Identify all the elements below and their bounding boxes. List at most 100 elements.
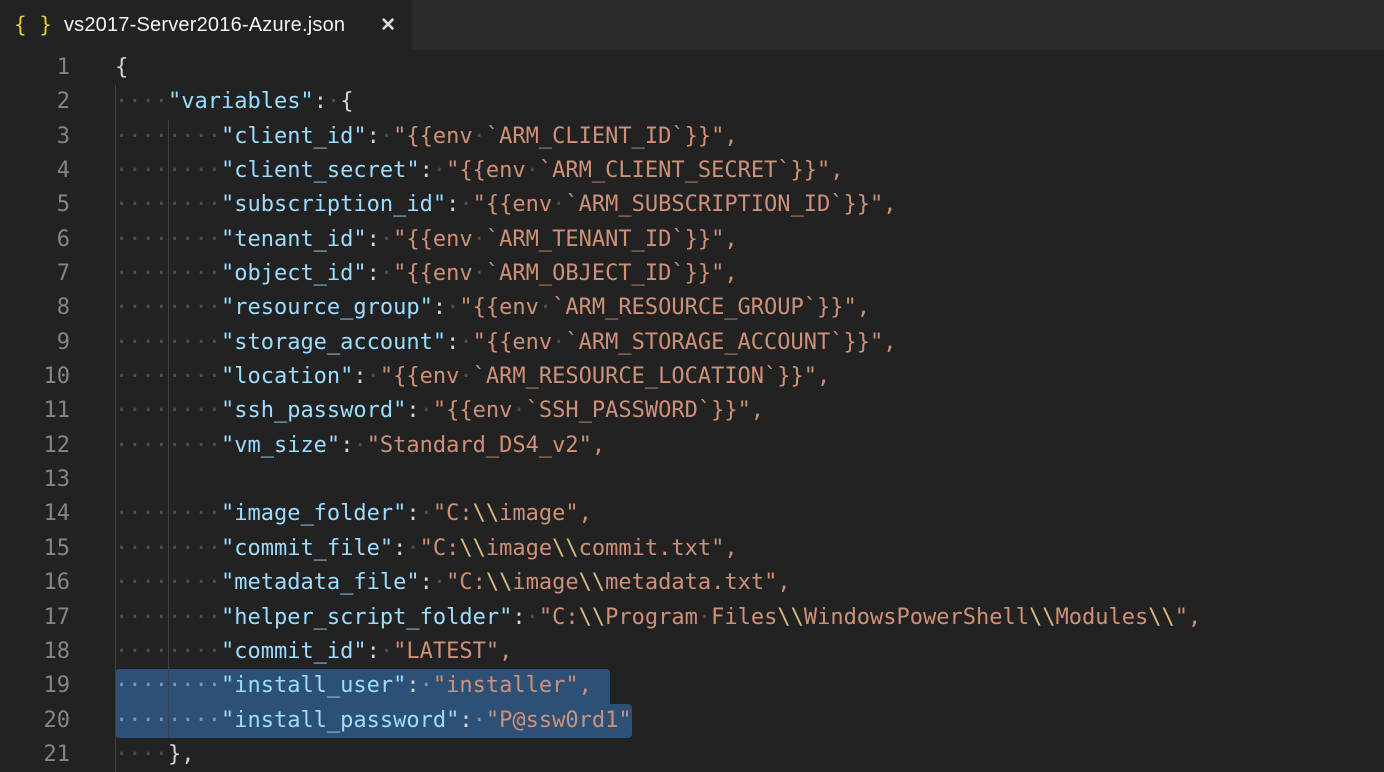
code-content: ········"commit_id":·"LATEST", — [115, 635, 1384, 669]
code-line[interactable]: 17········"helper_script_folder":·"C:\\P… — [0, 601, 1384, 635]
code-token: `ARM_RESOURCE_GROUP`}}", — [552, 295, 870, 320]
code-token: : — [420, 570, 433, 595]
code-line[interactable]: 20 ········"install_password":·"P@ssw0rd1… — [0, 704, 1384, 738]
whitespace-dots: · — [473, 227, 486, 252]
code-line[interactable]: 13 — [0, 463, 1384, 497]
whitespace-dots: · — [433, 158, 446, 183]
code-token: { — [340, 89, 353, 114]
whitespace-dots: · — [459, 364, 472, 389]
whitespace-dots: · — [473, 708, 486, 733]
code-token: \\ — [473, 501, 500, 526]
whitespace-dots: · — [406, 536, 419, 561]
whitespace-dots: · — [473, 261, 486, 286]
line-number[interactable]: 10 — [0, 360, 70, 394]
code-line[interactable]: 3········"client_id":·"{{env·`ARM_CLIENT… — [0, 120, 1384, 154]
whitespace-dots: · — [327, 89, 340, 114]
code-token: image", — [499, 501, 592, 526]
line-number[interactable]: 21 — [0, 738, 70, 772]
code-line[interactable]: 7········"object_id":·"{{env·`ARM_OBJECT… — [0, 257, 1384, 291]
code-token: "vm_size" — [221, 433, 340, 458]
code-content: ····}, — [115, 738, 1384, 772]
code-token: "client_secret" — [221, 158, 420, 183]
line-number[interactable]: 6 — [0, 223, 70, 257]
editor[interactable]: 1{2····"variables":·{3········"client_id… — [0, 50, 1384, 772]
whitespace-dots: · — [380, 261, 393, 286]
code-line[interactable]: 12········"vm_size":·"Standard_DS4_v2", — [0, 429, 1384, 463]
code-content: ········"storage_account":·"{{env·`ARM_S… — [115, 326, 1384, 360]
whitespace-dots: · — [526, 158, 539, 183]
line-number[interactable]: 19 — [0, 669, 70, 703]
code-line[interactable]: 18 ········"commit_id":·"LATEST", — [0, 635, 1384, 669]
code-token: `ARM_CLIENT_ID`}}", — [486, 124, 738, 149]
line-number[interactable]: 13 — [0, 463, 70, 497]
whitespace-dots: ········ — [115, 192, 221, 217]
json-file-icon: { } — [14, 13, 52, 37]
code-line[interactable]: 19 ········"install_user":·"installer", — [0, 669, 1384, 703]
code-token: "{{env — [393, 227, 472, 252]
code-line[interactable]: 4········"client_secret":·"{{env·`ARM_CL… — [0, 154, 1384, 188]
code-line[interactable]: 9 ········"storage_account":·"{{env·`ARM_… — [0, 326, 1384, 360]
tab-bar: { } vs2017-Server2016-Azure.json ✕ — [0, 0, 1384, 50]
line-number[interactable]: 11 — [0, 394, 70, 428]
code-line[interactable]: 11········"ssh_password":·"{{env·`SSH_PA… — [0, 394, 1384, 428]
code-line[interactable]: 8········"resource_group":·"{{env·`ARM_R… — [0, 291, 1384, 325]
code-token: ", — [1175, 605, 1202, 630]
code-token: "C: — [446, 570, 486, 595]
code-line[interactable]: 16········"metadata_file":·"C:\\image\\m… — [0, 566, 1384, 600]
whitespace-dots: · — [433, 570, 446, 595]
line-number[interactable]: 14 — [0, 497, 70, 531]
whitespace-dots: · — [459, 330, 472, 355]
code-token: \\ — [777, 605, 804, 630]
line-number[interactable]: 4 — [0, 154, 70, 188]
code-token: `ARM_SUBSCRIPTION_ID`}}", — [565, 192, 896, 217]
whitespace-dots: ········ — [115, 261, 221, 286]
tab-active[interactable]: { } vs2017-Server2016-Azure.json ✕ — [0, 0, 412, 50]
line-number[interactable]: 16 — [0, 566, 70, 600]
code-content: ········"install_user":·"installer", — [115, 669, 1384, 703]
code-token: WindowsPowerShell — [804, 605, 1029, 630]
whitespace-dots: ········ — [115, 639, 221, 664]
whitespace-dots: ···· — [115, 89, 168, 114]
code-line[interactable]: 14········"image_folder":·"C:\\image", — [0, 497, 1384, 531]
code-line[interactable]: 10········"location":·"{{env·`ARM_RESOUR… — [0, 360, 1384, 394]
line-number[interactable]: 1 — [0, 51, 70, 85]
code-token: "install_user" — [221, 673, 406, 698]
code-token: Program — [605, 605, 698, 630]
code-line[interactable]: 15········"commit_file":·"C:\\image\\com… — [0, 532, 1384, 566]
line-number[interactable]: 20 — [0, 704, 70, 738]
line-number[interactable]: 8 — [0, 291, 70, 325]
code-content: ········"location":·"{{env·`ARM_RESOURCE… — [115, 360, 1384, 394]
code-token: : — [367, 639, 380, 664]
code-token: : — [433, 295, 446, 320]
code-token: "{{env — [393, 261, 472, 286]
whitespace-dots: ········ — [115, 398, 221, 423]
whitespace-dots: · — [380, 227, 393, 252]
line-number[interactable]: 15 — [0, 532, 70, 566]
whitespace-dots: · — [552, 192, 565, 217]
line-number[interactable]: 2 — [0, 85, 70, 119]
line-number[interactable]: 17 — [0, 601, 70, 635]
line-number[interactable]: 7 — [0, 257, 70, 291]
whitespace-dots: · — [420, 398, 433, 423]
code-line[interactable]: 2····"variables":·{ — [0, 85, 1384, 119]
line-number[interactable]: 18 — [0, 635, 70, 669]
code-line[interactable]: 21 ····}, — [0, 738, 1384, 772]
code-content: ········"tenant_id":·"{{env·`ARM_TENANT_… — [115, 223, 1384, 257]
code-line[interactable]: 5········"subscription_id":·"{{env·`ARM_… — [0, 188, 1384, 222]
code-content: ········"install_password":·"P@ssw0rd1" — [115, 704, 1384, 738]
code-token: "client_id" — [221, 124, 367, 149]
code-token: : — [406, 673, 419, 698]
whitespace-dots: · — [446, 295, 459, 320]
line-number[interactable]: 5 — [0, 188, 70, 222]
tab-close-button[interactable]: ✕ — [380, 16, 396, 35]
whitespace-dots: ········ — [115, 295, 221, 320]
code-token: `SSH_PASSWORD`}}", — [526, 398, 764, 423]
code-token: "C: — [539, 605, 579, 630]
line-number[interactable]: 3 — [0, 120, 70, 154]
code-line[interactable]: 6········"tenant_id":·"{{env·`ARM_TENANT… — [0, 223, 1384, 257]
line-number[interactable]: 9 — [0, 326, 70, 360]
code-line[interactable]: 1{ — [0, 51, 1384, 85]
whitespace-dots: ········ — [115, 158, 221, 183]
line-number[interactable]: 12 — [0, 429, 70, 463]
whitespace-dots: · — [367, 364, 380, 389]
